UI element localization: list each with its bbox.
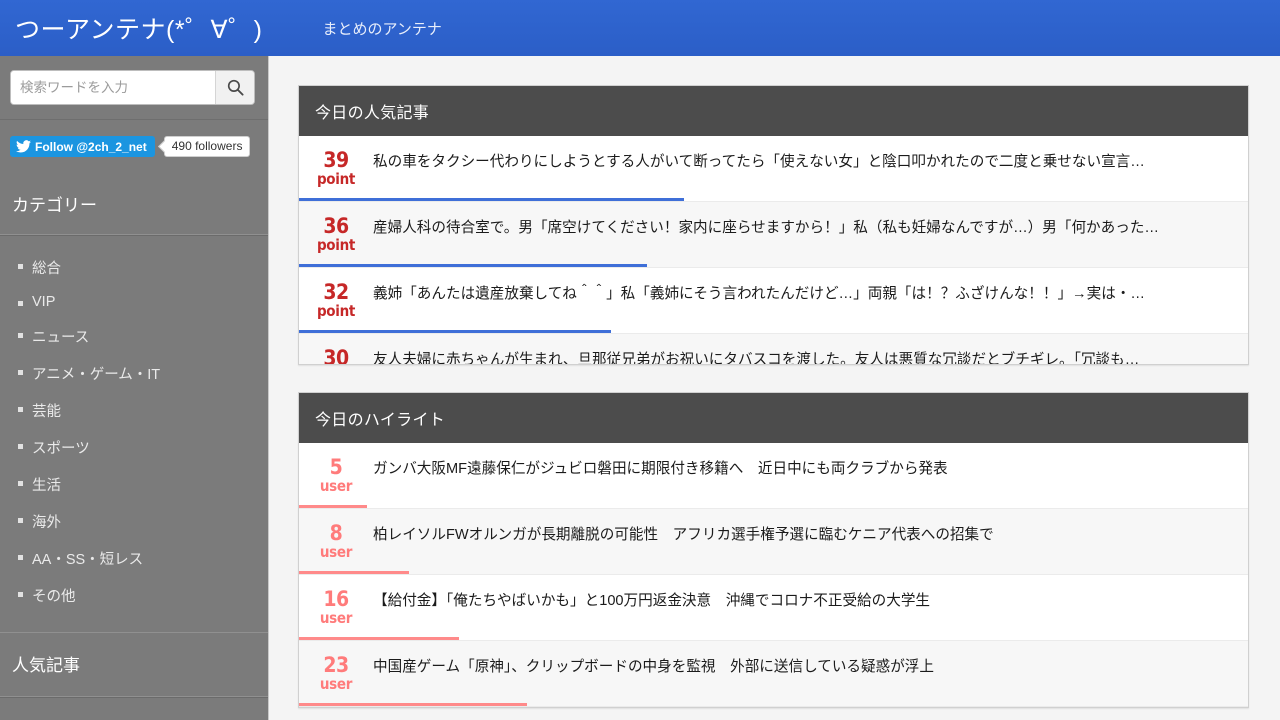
panel-spacer [298, 365, 1280, 392]
sidebar-item-seikatsu[interactable]: 生活 [0, 466, 268, 503]
sidebar-item-vip[interactable]: VIP [0, 286, 268, 318]
user-bar [299, 571, 409, 574]
user-value: 23 [323, 653, 349, 677]
user-unit: user [319, 675, 353, 693]
search-box [10, 70, 255, 105]
twitter-follow-area: Follow @2ch_2_net 490 followers [0, 120, 268, 175]
site-tagline[interactable]: まとめのアンテナ [322, 18, 441, 39]
highlight-panel: 今日のハイライト 5 user ガンバ大阪MF遠藤保仁がジュビロ磐田に期限付き移… [298, 392, 1249, 708]
score-unit: point [316, 170, 356, 188]
score-value: 30 [323, 346, 349, 365]
twitter-follow-label: Follow @2ch_2_net [35, 139, 147, 154]
sidebar-item-sonota[interactable]: その他 [0, 577, 268, 614]
search-icon [227, 79, 244, 96]
article-title[interactable]: 産婦人科の待合室で。男「席空けてください！家内に座らせますから！」私（私も妊婦な… [373, 215, 1236, 239]
search-area [0, 56, 268, 119]
search-button[interactable] [215, 71, 254, 104]
score-bar [299, 198, 684, 201]
user-value: 8 [329, 521, 343, 545]
twitter-follow-button[interactable]: Follow @2ch_2_net [10, 136, 155, 157]
sidebar-footer-space [0, 697, 268, 720]
score-bar [299, 330, 611, 333]
table-row[interactable]: 8 user 柏レイソルFWオルンガが長期離脱の可能性 アフリカ選手権予選に臨む… [299, 509, 1248, 575]
user-bar [299, 505, 367, 508]
popular-panel-title: 今日の人気記事 [299, 86, 1248, 136]
user-badge: 5 user [299, 456, 373, 494]
highlight-panel-body: 5 user ガンバ大阪MF遠藤保仁がジュビロ磐田に期限付き移籍へ 近日中にも両… [299, 443, 1248, 707]
score-bar [299, 264, 647, 267]
article-title[interactable]: 中国産ゲーム「原神」、クリップボードの中身を監視 外部に送信している疑惑が浮上 [373, 654, 1236, 678]
sidebar-item-aa-ss[interactable]: AA・SS・短レス [0, 540, 268, 577]
table-row[interactable]: 32 point 義姉「あんたは遺産放棄してね＾＾」私「義姉にそう言われたんだけ… [299, 268, 1248, 334]
score-badge: 36 point [299, 215, 373, 253]
category-heading: カテゴリー [0, 175, 268, 235]
sidebar-item-anime-game-it[interactable]: アニメ・ゲーム・IT [0, 355, 268, 392]
twitter-followers-count[interactable]: 490 followers [163, 136, 251, 157]
table-row[interactable]: 23 user 中国産ゲーム「原神」、クリップボードの中身を監視 外部に送信して… [299, 641, 1248, 707]
user-badge: 23 user [299, 654, 373, 692]
user-value: 16 [323, 587, 349, 611]
search-input[interactable] [11, 71, 215, 104]
sidebar-item-news[interactable]: ニュース [0, 318, 268, 355]
highlight-panel-title: 今日のハイライト [299, 393, 1248, 443]
article-title[interactable]: 柏レイソルFWオルンガが長期離脱の可能性 アフリカ選手権予選に臨むケニア代表への… [373, 522, 1236, 546]
score-value: 32 [323, 280, 349, 304]
sidebar-item-sougou[interactable]: 総合 [0, 249, 268, 286]
score-badge: 30 point [299, 346, 373, 365]
sidebar-item-kaigai[interactable]: 海外 [0, 503, 268, 540]
score-badge: 39 point [299, 149, 373, 187]
score-value: 39 [323, 148, 349, 172]
user-bar [299, 703, 527, 706]
user-unit: user [319, 609, 353, 627]
article-title[interactable]: 私の車をタクシー代わりにしようとする人がいて断ってたら「使えない女」と陰口叩かれ… [373, 149, 1236, 173]
article-title[interactable]: ガンバ大阪MF遠藤保仁がジュビロ磐田に期限付き移籍へ 近日中にも両クラブから発表 [373, 456, 1236, 480]
sidebar: Follow @2ch_2_net 490 followers カテゴリー 総合… [0, 56, 269, 720]
table-row[interactable]: 16 user 【給付金】「俺たちやばいかも」と100万円返金決意 沖縄でコロナ… [299, 575, 1248, 641]
site-header: つーアンテナ(*゜∀゜) まとめのアンテナ [0, 0, 1280, 56]
site-logo[interactable]: つーアンテナ(*゜∀゜) [15, 10, 262, 46]
popular-articles-heading: 人気記事 [0, 632, 268, 697]
score-value: 36 [323, 214, 349, 238]
twitter-bird-icon [16, 140, 31, 153]
user-bar [299, 637, 459, 640]
user-value: 5 [329, 455, 343, 479]
table-row[interactable]: 39 point 私の車をタクシー代わりにしようとする人がいて断ってたら「使えな… [299, 136, 1248, 202]
article-title[interactable]: 友人夫婦に赤ちゃんが生まれ、旦那従兄弟がお祝いにタバスコを渡した。友人は悪質な冗… [373, 347, 1236, 364]
score-badge: 32 point [299, 281, 373, 319]
table-row[interactable]: 30 point 友人夫婦に赤ちゃんが生まれ、旦那従兄弟がお祝いにタバスコを渡し… [299, 334, 1248, 364]
table-row[interactable]: 5 user ガンバ大阪MF遠藤保仁がジュビロ磐田に期限付き移籍へ 近日中にも両… [299, 443, 1248, 509]
main-content: 今日の人気記事 39 point 私の車をタクシー代わりにしようとする人がいて断… [269, 56, 1280, 720]
popular-panel-body: 39 point 私の車をタクシー代わりにしようとする人がいて断ってたら「使えな… [299, 136, 1248, 364]
score-unit: point [316, 302, 356, 320]
table-row[interactable]: 36 point 産婦人科の待合室で。男「席空けてください！家内に座らせますから… [299, 202, 1248, 268]
sidebar-item-geinou[interactable]: 芸能 [0, 392, 268, 429]
category-list: 総合 VIP ニュース アニメ・ゲーム・IT 芸能 スポーツ 生活 海外 AA・… [0, 235, 268, 624]
sidebar-item-sports[interactable]: スポーツ [0, 429, 268, 466]
user-badge: 8 user [299, 522, 373, 560]
popular-articles-panel: 今日の人気記事 39 point 私の車をタクシー代わりにしようとする人がいて断… [298, 85, 1249, 365]
user-unit: user [319, 477, 353, 495]
user-unit: user [319, 543, 353, 561]
article-title[interactable]: 【給付金】「俺たちやばいかも」と100万円返金決意 沖縄でコロナ不正受給の大学生 [373, 588, 1236, 612]
score-unit: point [316, 236, 356, 254]
article-title[interactable]: 義姉「あんたは遺産放棄してね＾＾」私「義姉にそう言われたんだけど…」両親「は！？… [373, 281, 1236, 305]
user-badge: 16 user [299, 588, 373, 626]
